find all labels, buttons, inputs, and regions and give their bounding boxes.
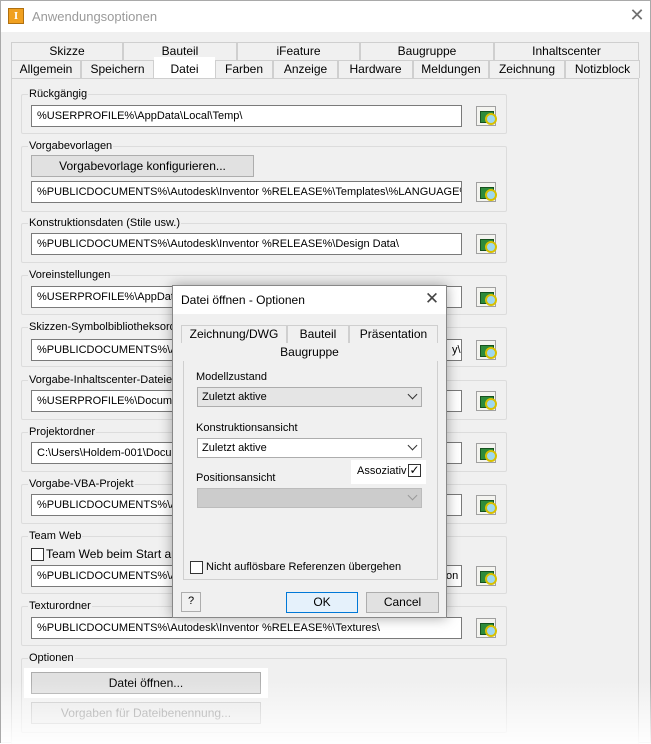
undo-label: Rückgängig: [28, 88, 89, 100]
position-view-label: Positionsansicht: [196, 472, 276, 484]
tab-baugruppe[interactable]: Baugruppe: [360, 42, 494, 60]
vba-label: Vorgabe-VBA-Projekt: [28, 478, 135, 490]
skip-unresolved-checkbox[interactable]: [190, 561, 203, 574]
tab-anzeige[interactable]: Anzeige: [273, 60, 338, 78]
associative-label: Assoziativ: [357, 465, 407, 477]
templates-path-field[interactable]: %PUBLICDOCUMENTS%\Autodesk\Inventor %REL…: [31, 181, 462, 203]
window-title: Anwendungsoptionen: [32, 9, 158, 24]
tab-farben[interactable]: Farben: [215, 60, 273, 78]
presets-label: Voreinstellungen: [28, 269, 112, 281]
design-data-path-field[interactable]: %PUBLICDOCUMENTS%\Autodesk\Inventor %REL…: [31, 233, 462, 255]
browse-folder-icon[interactable]: [476, 182, 497, 202]
dialog-tab-drawing-dwg[interactable]: Zeichnung/DWG: [181, 325, 287, 343]
design-data-label: Konstruktionsdaten (Stile usw.): [28, 217, 182, 229]
browse-folder-icon[interactable]: [476, 443, 497, 463]
tab-ifeature[interactable]: iFeature: [237, 42, 360, 60]
window-close-icon[interactable]: ✕: [627, 5, 647, 26]
tab-inhaltscenter[interactable]: Inhaltscenter: [494, 42, 639, 60]
model-state-dropdown[interactable]: Zuletzt aktive: [197, 387, 422, 407]
dialog-tab-part[interactable]: Bauteil: [287, 325, 349, 343]
ok-button[interactable]: OK: [286, 592, 358, 613]
skip-unresolved-label: Nicht auflösbare Referenzen übergehen: [206, 561, 402, 573]
help-icon[interactable]: ?: [181, 592, 201, 612]
tab-row-top: Skizze Bauteil iFeature Baugruppe Inhalt…: [11, 42, 639, 60]
undo-path-field[interactable]: %USERPROFILE%\AppData\Local\Temp\: [31, 105, 462, 127]
browse-folder-icon[interactable]: [476, 391, 497, 411]
textures-path-field[interactable]: %PUBLICDOCUMENTS%\Autodesk\Inventor %REL…: [31, 617, 462, 639]
configure-templates-button[interactable]: Vorgabevorlage konfigurieren...: [31, 155, 254, 177]
sketch-symbols-path-tail: y\: [452, 344, 461, 356]
dialog-tab-assembly[interactable]: Baugruppe: [181, 343, 438, 361]
browse-folder-icon[interactable]: [476, 234, 497, 254]
tab-datei[interactable]: Datei: [154, 57, 215, 78]
options-label: Optionen: [28, 652, 75, 664]
associative-checkbox[interactable]: ✓: [408, 464, 421, 477]
design-view-label: Konstruktionsansicht: [196, 422, 298, 434]
application-options-window: I Anwendungsoptionen ✕ Skizze Bauteil iF…: [0, 0, 651, 744]
tab-skizze[interactable]: Skizze: [11, 42, 123, 60]
file-open-options-button[interactable]: Datei öffnen...: [31, 672, 261, 694]
dialog-tab-presentation[interactable]: Präsentation: [349, 325, 438, 343]
model-state-value: Zuletzt aktive: [202, 391, 267, 403]
cancel-button[interactable]: Cancel: [366, 592, 439, 613]
textures-label: Texturordner: [28, 600, 92, 612]
browse-folder-icon[interactable]: [476, 495, 497, 515]
tab-hardware[interactable]: Hardware: [338, 60, 413, 78]
tab-notizblock[interactable]: Notizblock: [565, 60, 640, 78]
sketch-symbols-label: Skizzen-Symbolbibliotheksordn: [28, 321, 183, 333]
team-web-path-text: %PUBLICDOCUMENTS%\Au: [37, 570, 184, 582]
design-view-value: Zuletzt aktive: [202, 442, 267, 454]
file-open-options-dialog: Datei öffnen - Optionen ✕ Zeichnung/DWG …: [172, 285, 447, 618]
title-bar: I Anwendungsoptionen ✕: [1, 1, 650, 32]
content-center-label: Vorgabe-Inhaltscenter-Dateie: [28, 374, 174, 386]
browse-folder-icon[interactable]: [476, 106, 497, 126]
tab-speichern[interactable]: Speichern: [81, 60, 154, 78]
chevron-down-icon: [407, 490, 418, 501]
dialog-title: Datei öffnen - Optionen: [176, 290, 310, 310]
file-naming-defaults-button[interactable]: Vorgaben für Dateibenennung...: [31, 702, 261, 724]
sketch-symbols-path-text: %PUBLICDOCUMENTS%\Au: [37, 344, 184, 356]
inventor-app-icon: I: [8, 8, 24, 24]
browse-folder-icon[interactable]: [476, 340, 497, 360]
team-web-start-checkbox[interactable]: [31, 548, 44, 561]
design-view-dropdown[interactable]: Zuletzt aktive: [197, 438, 422, 458]
tab-row-bottom: Allgemein Speichern Datei Farben Anzeige…: [11, 57, 640, 78]
team-web-label: Team Web: [28, 530, 83, 542]
templates-label: Vorgabevorlagen: [28, 140, 114, 152]
tab-zeichnung[interactable]: Zeichnung: [489, 60, 565, 78]
tab-meldungen[interactable]: Meldungen: [413, 60, 489, 78]
chevron-down-icon: [407, 440, 418, 451]
position-view-dropdown[interactable]: [197, 488, 422, 508]
dialog-title-bar: Datei öffnen - Optionen ✕: [173, 286, 446, 314]
browse-folder-icon[interactable]: [476, 287, 497, 307]
tab-allgemein[interactable]: Allgemein: [11, 60, 81, 78]
chevron-down-icon: [407, 389, 418, 400]
browse-folder-icon[interactable]: [476, 618, 497, 638]
projects-label: Projektordner: [28, 426, 97, 438]
team-web-start-label: Team Web beim Start anze: [46, 547, 191, 561]
model-state-label: Modellzustand: [196, 371, 267, 383]
browse-folder-icon[interactable]: [476, 566, 497, 586]
dialog-close-icon[interactable]: ✕: [423, 289, 441, 309]
